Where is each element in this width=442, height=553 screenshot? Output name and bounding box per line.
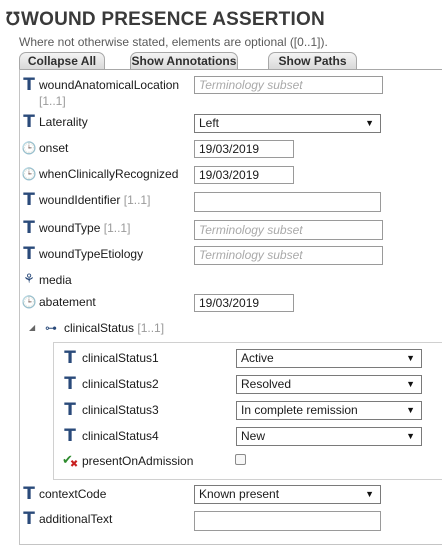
chevron-down-icon: ▼ <box>365 118 374 128</box>
abatement-date-input[interactable]: 19/03/2019 <box>194 294 294 312</box>
field-label: woundTypeEtiology <box>39 247 144 261</box>
text-type-icon: T <box>64 400 76 420</box>
text-type-icon: T <box>23 509 35 529</box>
chevron-down-icon: ▼ <box>406 353 415 363</box>
field-label-text: clinicalStatus <box>64 321 135 335</box>
present-on-admission-checkbox[interactable] <box>235 454 246 465</box>
field-label: media <box>39 273 72 287</box>
text-type-icon: T <box>64 426 76 446</box>
wound-type-input[interactable]: Terminology subset <box>194 220 383 240</box>
row-context-code: T contextCode Known present ▼ <box>21 485 441 505</box>
clinical-status-2-select[interactable]: Resolved ▼ <box>236 375 422 394</box>
field-label: additionalText <box>39 512 113 526</box>
field-label: woundType [1..1] <box>39 219 130 237</box>
row-wound-identifier: T woundIdentifier [1..1] <box>21 190 441 212</box>
context-code-select[interactable]: Known present ▼ <box>194 485 381 504</box>
field-label: Laterality <box>39 115 88 129</box>
field-label: clinicalStatus4 <box>82 429 159 443</box>
wound-identifier-input[interactable] <box>194 192 381 212</box>
chevron-down-icon: ▼ <box>406 379 415 389</box>
field-label: whenClinicallyRecognized <box>39 167 179 181</box>
row-clinical-status-3: T clinicalStatus3 In complete remission ▼ <box>62 401 442 421</box>
clinical-status-2-value: Resolved <box>241 377 292 391</box>
field-label: contextCode <box>39 487 107 501</box>
when-clinically-recognized-date-input[interactable]: 19/03/2019 <box>194 166 294 184</box>
row-laterality: T Laterality Left ▼ <box>21 113 441 133</box>
row-onset: 🕒 onset 19/03/2019 <box>21 139 441 159</box>
row-clinical-status-4: T clinicalStatus4 New ▼ <box>62 427 442 447</box>
text-type-icon: T <box>23 484 35 504</box>
row-abatement: 🕒 abatement 19/03/2019 <box>21 293 441 313</box>
row-when-clinically-recognized: 🕒 whenClinicallyRecognized 19/03/2019 <box>21 165 441 185</box>
chevron-down-icon: ▼ <box>406 431 415 441</box>
context-code-value: Known present <box>199 487 280 501</box>
field-label: abatement <box>39 295 96 309</box>
text-type-icon: T <box>23 112 35 132</box>
text-type-icon: T <box>64 374 76 394</box>
text-type-icon: T <box>23 190 35 210</box>
media-icon: ⚘ <box>23 272 35 287</box>
row-present-on-admission: ✔✖ presentOnAdmission <box>62 452 442 472</box>
show-paths-button[interactable]: Show Paths <box>268 52 357 69</box>
chevron-down-icon: ▼ <box>365 489 374 499</box>
row-wound-type: T woundType [1..1] Terminology subset <box>21 218 441 240</box>
show-annotations-button[interactable]: Show Annotations <box>130 52 238 69</box>
cardinality: [1..1] <box>103 221 131 235</box>
clinical-status-1-value: Active <box>241 351 274 365</box>
field-label: onset <box>39 141 69 155</box>
laterality-select[interactable]: Left ▼ <box>194 114 381 133</box>
row-wound-type-etiology: T woundTypeEtiology Terminology subset <box>21 245 441 265</box>
row-clinical-status-1: T clinicalStatus1 Active ▼ <box>62 349 442 369</box>
page-title: ℧WOUND PRESENCE ASSERTION <box>6 9 325 31</box>
field-label: clinicalStatus1 <box>82 351 159 365</box>
text-type-icon: T <box>23 218 35 238</box>
text-type-icon: T <box>23 244 35 264</box>
onset-date-input[interactable]: 19/03/2019 <box>194 140 294 158</box>
cardinality: [1..1] <box>39 94 66 108</box>
page-subtitle: Where not otherwise stated, elements are… <box>19 35 328 49</box>
field-label: clinicalStatus3 <box>82 403 159 417</box>
clinical-status-4-select[interactable]: New ▼ <box>236 427 422 446</box>
field-label: presentOnAdmission <box>82 454 194 468</box>
row-media: ⚘ media <box>21 271 441 291</box>
field-label: woundIdentifier [1..1] <box>39 191 150 209</box>
row-clinical-status: ◢ ⊶ clinicalStatus [1..1] <box>29 319 439 339</box>
laterality-value: Left <box>199 116 220 130</box>
date-type-icon: 🕒 <box>21 167 37 181</box>
additional-text-input[interactable] <box>194 511 381 531</box>
clinical-status-4-value: New <box>241 429 266 443</box>
field-label: clinicalStatus [1..1] <box>64 319 164 337</box>
cardinality: [1..1] <box>137 321 165 335</box>
date-type-icon: 🕒 <box>21 295 37 309</box>
wound-anatomical-location-input[interactable]: Terminology subset <box>194 76 383 94</box>
field-label: clinicalStatus2 <box>82 377 159 391</box>
text-type-icon: T <box>64 348 76 368</box>
field-label-text: woundIdentifier <box>39 193 121 207</box>
text-type-icon: T <box>23 75 35 95</box>
date-type-icon: 🕒 <box>21 141 37 155</box>
collapse-all-button[interactable]: Collapse All <box>19 52 105 69</box>
checkmark-icon: ✔✖ <box>62 453 79 470</box>
row-clinical-status-2: T clinicalStatus2 Resolved ▼ <box>62 375 442 395</box>
row-wound-anatomical-location: T woundAnatomicalLocation [1..1] Termino… <box>21 76 441 110</box>
clinical-status-1-select[interactable]: Active ▼ <box>236 349 422 368</box>
field-label-text: woundType <box>39 221 101 235</box>
row-additional-text: T additionalText <box>21 509 441 531</box>
cluster-icon: ⊶ <box>45 321 57 335</box>
cardinality: [1..1] <box>123 193 151 207</box>
chevron-down-icon: ▼ <box>406 405 415 415</box>
stethoscope-icon: ℧ <box>6 9 20 29</box>
collapse-triangle-icon[interactable]: ◢ <box>29 319 35 337</box>
clinical-status-3-select[interactable]: In complete remission ▼ <box>236 401 422 420</box>
wound-type-etiology-input[interactable]: Terminology subset <box>194 246 383 265</box>
clinical-status-3-value: In complete remission <box>241 403 358 417</box>
page-title-text: WOUND PRESENCE ASSERTION <box>20 9 325 30</box>
